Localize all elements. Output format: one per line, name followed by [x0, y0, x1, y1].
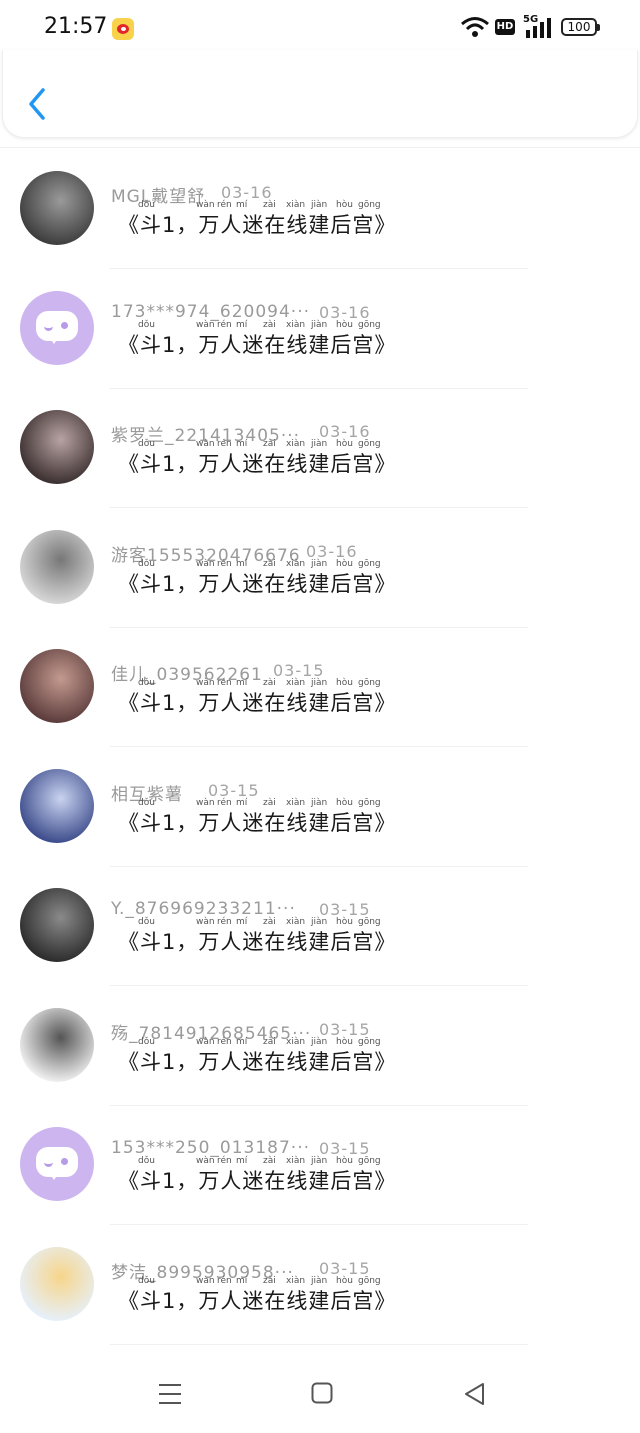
list-item[interactable]: 殇_7814912685465··· 03-15 dǒu wàn rén mí zài xià…: [0, 987, 640, 1106]
book-title: 《斗1，万人迷在线建后宫》: [118, 810, 397, 835]
avatar[interactable]: [20, 529, 94, 604]
avatar[interactable]: [20, 410, 94, 484]
book-title: 《斗1，万人迷在线建后宫》: [118, 691, 397, 715]
avatar[interactable]: [20, 1246, 94, 1321]
list-item[interactable]: Y._876969233211··· 03-15 dǒu wàn rén mí zài xià…: [0, 867, 640, 986]
avatar[interactable]: [20, 649, 94, 723]
hd-badge: HD: [495, 19, 515, 35]
back-triangle-icon[interactable]: [463, 1382, 487, 1406]
list-item[interactable]: 佳儿_039562261 03-15 dǒu wàn rén mí zài xiàn jiàn h…: [0, 628, 640, 747]
menu-icon[interactable]: [158, 1382, 182, 1406]
list-item[interactable]: MGL戴望舒 03-16 dǒu wàn rén mí zài xiàn jiàn hòu gōng…: [0, 150, 640, 269]
battery-indicator: 100: [561, 18, 597, 36]
book-title: 《斗1，万人迷在线建后宫》: [118, 452, 397, 476]
header: [2, 50, 638, 138]
network-label: 5G: [523, 14, 539, 25]
avatar[interactable]: [20, 1007, 94, 1082]
book-title: 《斗1，万人迷在线建后宫》: [118, 332, 397, 357]
home-icon[interactable]: [311, 1382, 333, 1404]
row-divider: [110, 1343, 528, 1345]
status-time: 21:57: [44, 14, 108, 39]
list-item[interactable]: 相互紫薯 03-15 dǒu wàn rén mí zài xiàn jiàn hòu gōng 《斗…: [0, 748, 640, 867]
list-item[interactable]: 紫罗兰_221413405··· 03-16 dǒu wàn rén mí zài xiàn j…: [0, 389, 640, 508]
list-item[interactable]: 153***250_013187··· 03-15 dǒu wàn rén mí zài xi…: [0, 1106, 640, 1225]
avatar[interactable]: [20, 171, 94, 245]
list-item[interactable]: 梦洁_8995930958··· 03-15 dǒu wàn rén mí zài xiàn j…: [0, 1226, 640, 1345]
avatar[interactable]: [20, 1127, 94, 1201]
list-item[interactable]: 173***974_620094··· 03-16 dǒu wàn rén mí zài xi…: [0, 270, 640, 389]
book-title: 《斗1，万人迷在线建后宫》: [118, 213, 397, 237]
weibo-notification-icon: [112, 18, 134, 40]
book-title: 《斗1，万人迷在线建后宫》: [118, 571, 397, 596]
reader-name: MGL戴望舒: [111, 187, 206, 207]
book-title: 《斗1，万人迷在线建后宫》: [118, 1169, 397, 1193]
wifi-icon: [461, 17, 489, 37]
header-divider: [0, 147, 640, 148]
list-item[interactable]: 游客1555320476676 03-16 dǒu wàn rén mí zài xiàn ji…: [0, 509, 640, 628]
chevron-left-icon[interactable]: [21, 84, 53, 124]
book-title: 《斗1，万人迷在线建后宫》: [118, 1049, 397, 1074]
battery-cap: [597, 24, 600, 31]
avatar[interactable]: [20, 768, 94, 843]
navigation-bar: [0, 1360, 640, 1433]
avatar[interactable]: [20, 888, 94, 962]
avatar[interactable]: [20, 290, 94, 365]
book-title: 《斗1，万人迷在线建后宫》: [118, 930, 397, 954]
book-title: 《斗1，万人迷在线建后宫》: [118, 1288, 397, 1313]
reader-date: 03-15: [208, 780, 260, 800]
